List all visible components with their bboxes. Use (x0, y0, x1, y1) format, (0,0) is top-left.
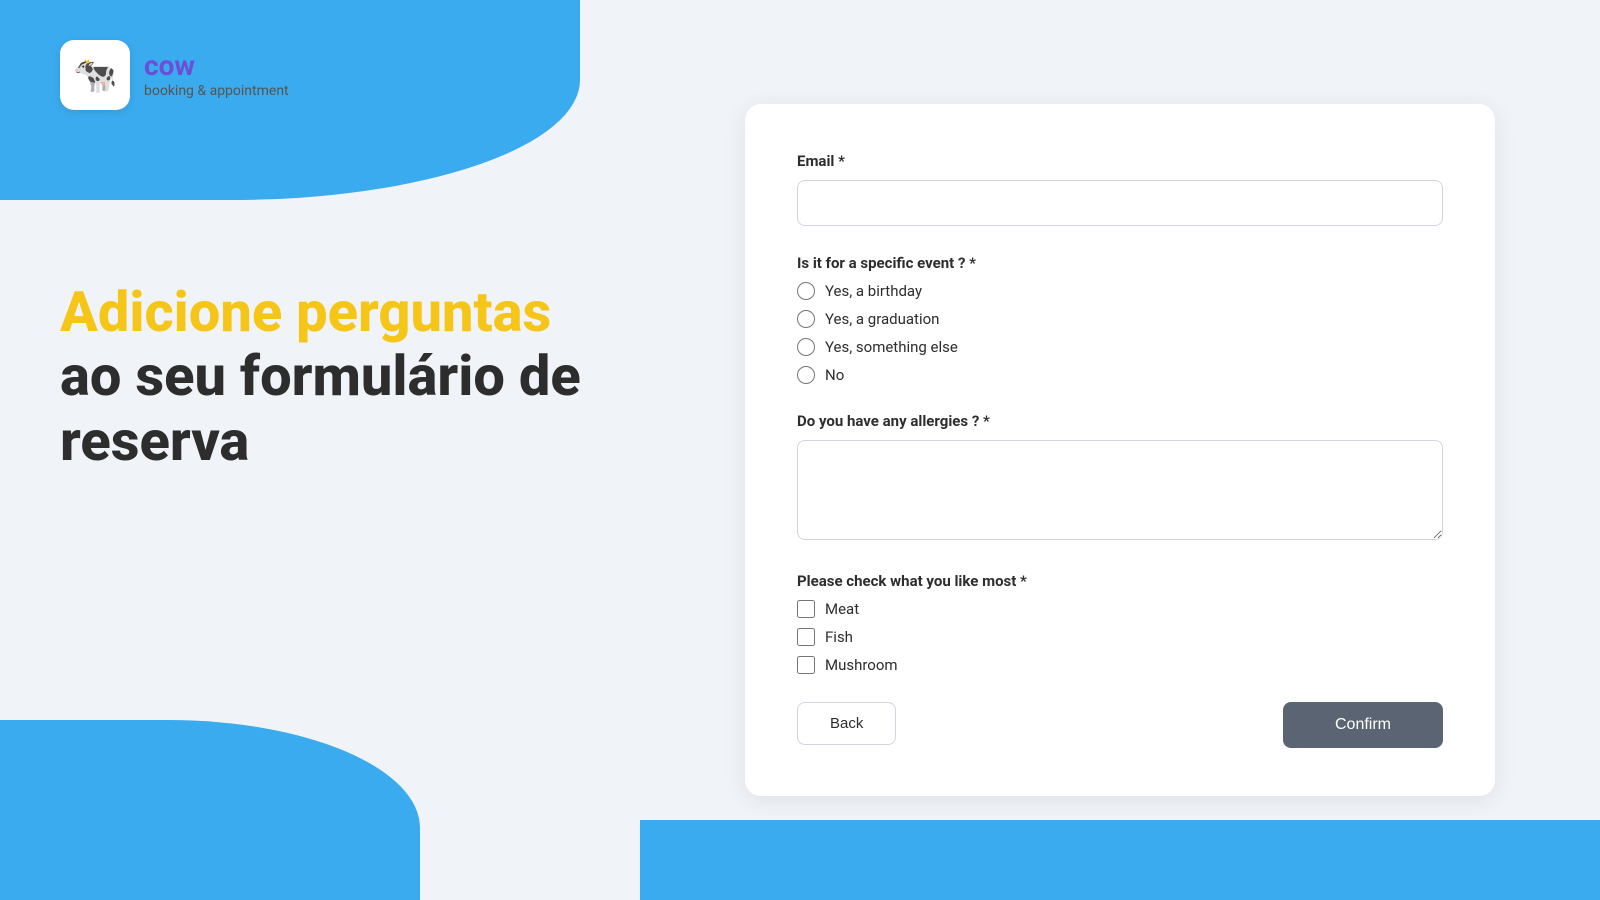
back-button[interactable]: Back (797, 702, 896, 745)
logo-text: cowlendar. booking & appointment (144, 51, 289, 100)
logo-area: 🐄 cowlendar. booking & appointment (60, 40, 289, 110)
hero-title-line3: reserva (60, 409, 581, 473)
blue-blob-bottom (0, 720, 420, 900)
checkbox-fish[interactable] (797, 628, 815, 646)
likes-group: Please check what you like most * Meat F… (797, 572, 1443, 674)
radio-something-label: Yes, something else (825, 338, 958, 356)
hero-title-line1: Adicione perguntas (60, 280, 581, 344)
email-label: Email * (797, 152, 1443, 170)
checkbox-group: Meat Fish Mushroom (797, 600, 1443, 674)
checkbox-item-fish[interactable]: Fish (797, 628, 1443, 646)
form-card: Email * Is it for a specific event ? * Y… (745, 104, 1495, 796)
email-group: Email * (797, 152, 1443, 226)
checkbox-fish-label: Fish (825, 628, 853, 646)
specific-event-group: Is it for a specific event ? * Yes, a bi… (797, 254, 1443, 384)
checkbox-meat[interactable] (797, 600, 815, 618)
checkbox-item-mushroom[interactable]: Mushroom (797, 656, 1443, 674)
actions-row: Back Confirm (797, 702, 1443, 748)
radio-item-birthday[interactable]: Yes, a birthday (797, 282, 1443, 300)
email-input[interactable] (797, 180, 1443, 226)
checkbox-item-meat[interactable]: Meat (797, 600, 1443, 618)
specific-event-label: Is it for a specific event ? * (797, 254, 1443, 272)
blue-bar-bottom-right (640, 820, 1600, 900)
radio-item-graduation[interactable]: Yes, a graduation (797, 310, 1443, 328)
cow-emoji: 🐄 (73, 54, 118, 96)
radio-group: Yes, a birthday Yes, a graduation Yes, s… (797, 282, 1443, 384)
allergies-label: Do you have any allergies ? * (797, 412, 1443, 430)
checkbox-meat-label: Meat (825, 600, 859, 618)
radio-graduation[interactable] (797, 310, 815, 328)
radio-graduation-label: Yes, a graduation (825, 310, 939, 328)
likes-label: Please check what you like most * (797, 572, 1443, 590)
radio-something[interactable] (797, 338, 815, 356)
logo-subtitle: booking & appointment (144, 83, 289, 99)
logo-cow: cow (144, 49, 195, 82)
right-panel: Email * Is it for a specific event ? * Y… (640, 0, 1600, 900)
radio-birthday[interactable] (797, 282, 815, 300)
allergies-group: Do you have any allergies ? * (797, 412, 1443, 544)
checkbox-mushroom[interactable] (797, 656, 815, 674)
hero-title-line2: ao seu formulário de (60, 344, 581, 408)
hero-text: Adicione perguntas ao seu formulário de … (60, 280, 581, 473)
confirm-button[interactable]: Confirm (1283, 702, 1443, 748)
checkbox-mushroom-label: Mushroom (825, 656, 898, 674)
logo-name: cowlendar. (144, 51, 289, 82)
radio-no[interactable] (797, 366, 815, 384)
left-panel: 🐄 cowlendar. booking & appointment Adici… (0, 0, 640, 900)
allergies-textarea[interactable] (797, 440, 1443, 540)
radio-item-no[interactable]: No (797, 366, 1443, 384)
logo-icon: 🐄 (60, 40, 130, 110)
radio-no-label: No (825, 366, 844, 384)
radio-item-something[interactable]: Yes, something else (797, 338, 1443, 356)
logo-dot: . (272, 49, 280, 82)
radio-birthday-label: Yes, a birthday (825, 282, 922, 300)
logo-lendar: lendar (195, 49, 272, 82)
